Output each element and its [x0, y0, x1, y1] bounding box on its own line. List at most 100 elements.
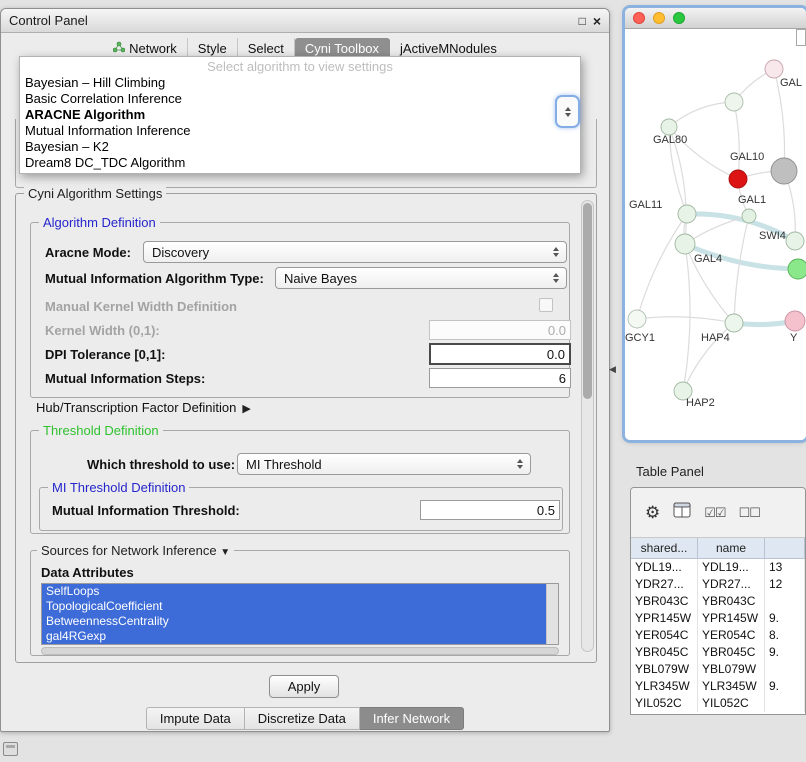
close-window-icon[interactable]: × — [593, 13, 601, 29]
column-header-shared[interactable]: shared... — [631, 538, 698, 559]
algorithm-option-bayesian-k2[interactable]: Bayesian – K2 — [20, 139, 580, 155]
algorithm-combo-button[interactable] — [557, 97, 578, 126]
zoom-traffic-light[interactable] — [673, 12, 685, 24]
collapsed-panel-icon[interactable] — [3, 742, 18, 756]
hub-tf-definition-toggle[interactable]: Hub/Transcription Factor Definition ▶ — [36, 400, 251, 415]
expand-arrow-icon: ▶ — [242, 403, 250, 415]
network-edge[interactable] — [734, 102, 739, 179]
network-node-gal11[interactable] — [678, 205, 696, 223]
dropdown-placeholder: Select algorithm to view settings — [20, 59, 580, 75]
splitter-collapse-icon[interactable]: ◀ — [609, 364, 616, 375]
attributes-list-scrollbar[interactable] — [546, 584, 558, 644]
table-row[interactable]: YBL079WYBL079W — [631, 661, 805, 678]
table-row[interactable]: YBR043CYBR043C — [631, 593, 805, 610]
column-header-name[interactable]: name — [698, 538, 765, 559]
network-node-y[interactable] — [785, 311, 805, 331]
network-view-window: GALGAL80GAL10GAL11GAL1SWI4GAL4GCY1HAP4YH… — [625, 8, 806, 440]
network-node-gcy1[interactable] — [628, 310, 646, 328]
control-panel-window: Control Panel □ × NetworkStyleSelectCyni… — [0, 8, 610, 732]
network-node[interactable] — [771, 158, 797, 184]
network-edge[interactable] — [637, 317, 734, 323]
algorithm-dropdown-popup: Select algorithm to view settings Bayesi… — [19, 56, 581, 174]
column-manager-icon[interactable] — [673, 502, 691, 523]
settings-group-title: Cyni Algorithm Settings — [24, 186, 166, 201]
data-attributes-label: Data Attributes — [41, 565, 134, 580]
network-node-gal80[interactable] — [661, 119, 677, 135]
table-cell: YPR145W — [631, 610, 698, 627]
sources-toggle[interactable]: Sources for Network Inference ▼ — [37, 543, 234, 558]
table-row[interactable]: YER054CYER054C8. — [631, 627, 805, 644]
network-node-gal[interactable] — [765, 60, 783, 78]
float-window-icon[interactable]: □ — [579, 14, 586, 28]
network-node-gal4[interactable] — [675, 234, 695, 254]
network-node-label: GAL10 — [730, 151, 764, 163]
bottom-tab-discretize-data[interactable]: Discretize Data — [245, 707, 360, 730]
network-node-label: GAL80 — [653, 134, 687, 146]
algorithm-option-mutual-information-inference[interactable]: Mutual Information Inference — [20, 123, 580, 139]
settings-scrollbar[interactable] — [581, 200, 594, 652]
deselect-all-checks-icon[interactable]: ☐☐ — [739, 505, 760, 521]
table-row[interactable]: YPR145WYPR145W9. — [631, 610, 805, 627]
network-edge[interactable] — [669, 102, 734, 127]
algorithm-option-bayesian-hill-climbing[interactable]: Bayesian – Hill Climbing — [20, 75, 580, 91]
gear-icon[interactable]: ⚙ — [645, 503, 660, 523]
network-node-gal10[interactable] — [729, 170, 747, 188]
settings-scrollbar-thumb[interactable] — [583, 203, 592, 399]
table-row[interactable]: YLR345WYLR345W9. — [631, 678, 805, 695]
which-threshold-select[interactable]: MI Threshold — [237, 453, 531, 475]
combo-arrows-icon — [549, 273, 563, 283]
bottom-tab-infer-network[interactable]: Infer Network — [360, 707, 464, 730]
mi-algorithm-type-select[interactable]: Naive Bayes — [275, 267, 567, 289]
network-node-swi4[interactable] — [786, 232, 804, 250]
table-cell: YDR27... — [698, 576, 765, 593]
combo-up-arrow-icon — [565, 107, 571, 111]
apply-button[interactable]: Apply — [269, 675, 339, 698]
aracne-mode-select[interactable]: Discovery — [143, 241, 567, 263]
algorithm-option-dream8-dc-tdc-algorithm[interactable]: Dream8 DC_TDC Algorithm — [20, 155, 580, 171]
attributes-horizontal-scrollbar[interactable] — [41, 647, 559, 655]
manual-kernel-width-checkbox[interactable] — [539, 298, 553, 312]
minimize-traffic-light[interactable] — [653, 12, 665, 24]
combo-arrows-icon — [513, 459, 527, 469]
table-cell: YIL052C — [698, 695, 765, 712]
cyni-algorithm-settings-group: Cyni Algorithm Settings Algorithm Defini… — [15, 193, 597, 663]
table-row[interactable]: YDR27...YDR27...12 — [631, 576, 805, 593]
network-edge[interactable] — [734, 216, 749, 323]
kernel-width-field[interactable] — [429, 320, 571, 340]
select-all-checks-icon[interactable]: ☑☑ — [704, 505, 725, 521]
attribute-item-selfloops[interactable]: SelfLoops — [42, 584, 549, 599]
bottom-tab-impute-data[interactable]: Impute Data — [146, 707, 245, 730]
dpi-tolerance-field[interactable] — [429, 343, 571, 365]
table-cell: YER054C — [631, 627, 698, 644]
network-node[interactable] — [725, 93, 743, 111]
mi-steps-field[interactable] — [429, 368, 571, 388]
network-node-label: GAL — [780, 77, 802, 89]
network-node-label: GAL1 — [738, 194, 766, 206]
algorithm-option-basic-correlation-inference[interactable]: Basic Correlation Inference — [20, 91, 580, 107]
table-row[interactable]: YDL19...YDL19...13 — [631, 559, 805, 576]
hub-tf-definition-label: Hub/Transcription Factor Definition — [36, 400, 236, 415]
mi-threshold-field[interactable] — [420, 500, 560, 520]
network-edge[interactable] — [637, 214, 687, 319]
network-node[interactable] — [788, 259, 806, 279]
aracne-mode-label: Aracne Mode: — [45, 245, 131, 260]
attribute-item-betweennesscentrality[interactable]: BetweennessCentrality — [42, 614, 549, 629]
close-traffic-light[interactable] — [633, 12, 645, 24]
table-row[interactable]: YIL052CYIL052C — [631, 695, 805, 712]
sources-title: Sources for Network Inference — [41, 543, 217, 558]
attribute-item-gal4rgexp[interactable]: gal4RGexp — [42, 629, 549, 644]
network-scrollbar-stub[interactable] — [796, 29, 806, 46]
bottom-tabs: Impute DataDiscretize DataInfer Network — [1, 707, 609, 730]
algorithm-option-aracne-algorithm[interactable]: ARACNE Algorithm — [20, 107, 580, 123]
network-node-gal1[interactable] — [742, 209, 756, 223]
collapse-arrow-icon: ▼ — [220, 547, 230, 558]
network-node-hap4[interactable] — [725, 314, 743, 332]
network-node-label: GAL4 — [694, 253, 722, 265]
column-header-extra[interactable] — [765, 538, 805, 559]
node-table: shared...name YDL19...YDL19...13YDR27...… — [631, 538, 805, 714]
table-row[interactable]: YBR045CYBR045C9. — [631, 644, 805, 661]
attribute-item-topologicalcoefficient[interactable]: TopologicalCoefficient — [42, 599, 549, 614]
network-canvas[interactable]: GALGAL80GAL10GAL11GAL1SWI4GAL4GCY1HAP4YH… — [625, 29, 806, 440]
table-cell: 9. — [765, 644, 805, 661]
control-panel-titlebar: Control Panel □ × — [1, 9, 609, 33]
